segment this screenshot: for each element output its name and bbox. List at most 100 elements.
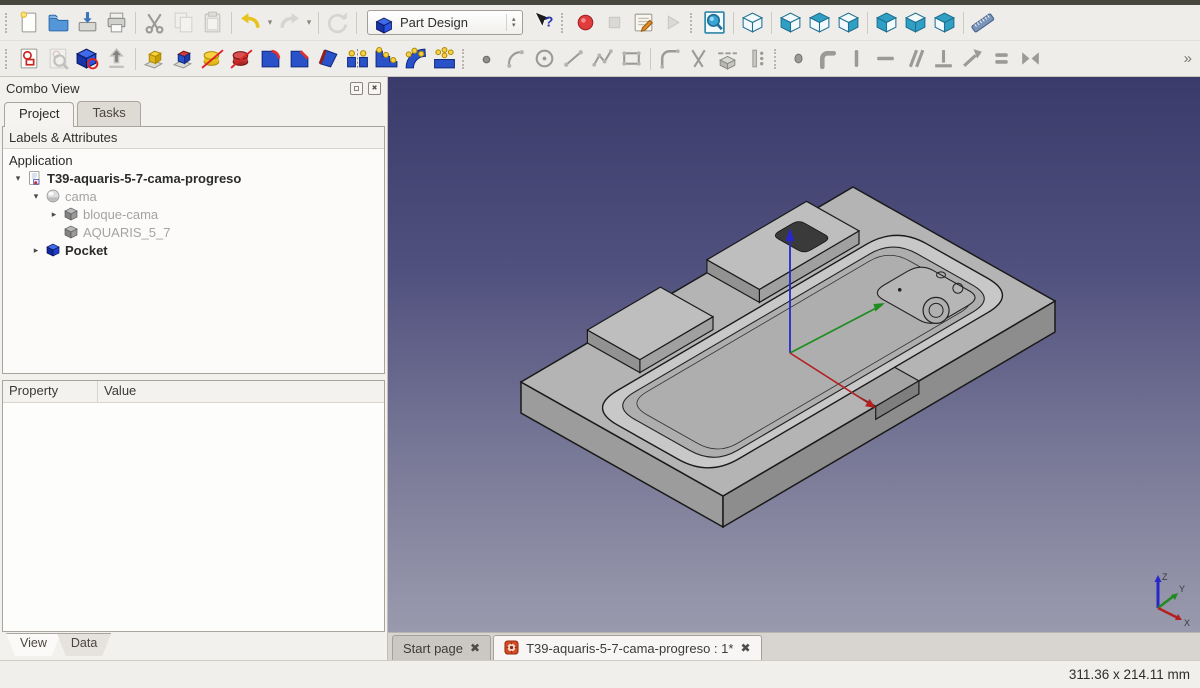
sketcher-fillet-icon[interactable] <box>655 44 684 73</box>
sketcher-construction-mode-icon[interactable] <box>742 44 771 73</box>
polar-pattern-icon[interactable] <box>401 44 430 73</box>
macro-edit-icon[interactable] <box>629 8 658 37</box>
pocket-icon[interactable] <box>169 44 198 73</box>
combo-view-panel: Combo View ✖ Project Tasks Labels & Attr… <box>0 77 388 660</box>
refresh-icon[interactable] <box>323 8 352 37</box>
draft-icon[interactable] <box>314 44 343 73</box>
tree-item-aquaris[interactable]: AQUARIS_5_7 <box>3 223 384 241</box>
constraint-tangent-icon[interactable] <box>958 44 987 73</box>
save-icon[interactable] <box>73 8 102 37</box>
constraint-point-on-object-icon[interactable] <box>813 44 842 73</box>
redo-dropdown-icon[interactable]: ▾ <box>304 17 314 28</box>
tab-data[interactable]: Data <box>57 633 111 656</box>
revolution-icon[interactable] <box>198 44 227 73</box>
expand-closed-icon[interactable]: ▸ <box>49 209 59 220</box>
map-sketch-icon[interactable] <box>73 44 102 73</box>
panel-close-icon[interactable]: ✖ <box>368 82 381 95</box>
3d-viewport[interactable]: Z Y X <box>388 77 1200 632</box>
cad-model[interactable] <box>388 79 1198 632</box>
sketcher-rectangle-icon[interactable] <box>617 44 646 73</box>
toolbar-overflow-chevron[interactable]: » <box>1184 50 1192 67</box>
new-file-icon[interactable] <box>15 8 44 37</box>
tab-start-page[interactable]: Start page ✖ <box>392 635 491 660</box>
pad-icon[interactable] <box>140 44 169 73</box>
toolbar-drag-handle[interactable] <box>774 49 781 69</box>
view-left-icon[interactable] <box>930 8 959 37</box>
linear-pattern-icon[interactable] <box>372 44 401 73</box>
fillet-icon[interactable] <box>256 44 285 73</box>
sketcher-circle-icon[interactable] <box>530 44 559 73</box>
expand-closed-icon[interactable]: ▸ <box>31 245 41 256</box>
fit-all-icon[interactable] <box>700 8 729 37</box>
constraint-horizontal-icon[interactable] <box>871 44 900 73</box>
open-file-icon[interactable] <box>44 8 73 37</box>
toolbar-drag-handle[interactable] <box>462 49 469 69</box>
macro-stop-icon[interactable] <box>600 8 629 37</box>
print-icon[interactable] <box>102 8 131 37</box>
undo-dropdown-icon[interactable]: ▾ <box>265 17 275 28</box>
tree-item-application[interactable]: Application <box>3 151 384 169</box>
panel-float-icon[interactable] <box>350 82 363 95</box>
constraint-perpendicular-icon[interactable] <box>929 44 958 73</box>
new-sketch-icon[interactable] <box>15 44 44 73</box>
tree-item-bloque-cama[interactable]: ▸ bloque-cama <box>3 205 384 223</box>
constraint-symmetric-icon[interactable] <box>1016 44 1045 73</box>
view-front-icon[interactable] <box>776 8 805 37</box>
sketcher-polyline-icon[interactable] <box>588 44 617 73</box>
combo-view-title: Combo View <box>6 81 345 96</box>
dimension-readout: 311.36 x 214.11 mm <box>1069 667 1190 682</box>
combo-spinner-icon[interactable]: ▴▾ <box>506 14 516 31</box>
close-tab-icon[interactable]: ✖ <box>470 641 480 655</box>
sketcher-arc-icon[interactable] <box>501 44 530 73</box>
mirrored-icon[interactable] <box>343 44 372 73</box>
toolbar-drag-handle[interactable] <box>690 13 697 33</box>
view-top-icon[interactable] <box>805 8 834 37</box>
redo-icon[interactable] <box>275 8 304 37</box>
view-axonometric-icon[interactable] <box>738 8 767 37</box>
undo-icon[interactable] <box>236 8 265 37</box>
sketcher-trim-icon[interactable] <box>684 44 713 73</box>
axis-y-label: Y <box>1179 584 1185 594</box>
macro-record-icon[interactable] <box>571 8 600 37</box>
property-editor: Property Value <box>2 380 385 632</box>
tree-item-cama[interactable]: ▾ cama <box>3 187 384 205</box>
measure-icon[interactable] <box>968 8 997 37</box>
close-tab-icon[interactable]: ✖ <box>740 641 750 655</box>
view-sketch-icon[interactable] <box>44 44 73 73</box>
toolbar-drag-handle[interactable] <box>5 49 12 69</box>
model-tree: Labels & Attributes Application ▾ T39-aq… <box>2 126 385 374</box>
tab-document-t39[interactable]: T39-aquaris-5-7-cama-progreso : 1* ✖ <box>493 635 761 660</box>
expand-open-icon[interactable]: ▾ <box>31 191 41 202</box>
constraint-coincident-icon[interactable] <box>784 44 813 73</box>
sketcher-point-icon[interactable] <box>472 44 501 73</box>
tab-tasks[interactable]: Tasks <box>77 101 140 126</box>
groove-icon[interactable] <box>227 44 256 73</box>
constraint-equal-icon[interactable] <box>987 44 1016 73</box>
chamfer-icon[interactable] <box>285 44 314 73</box>
tree-item-pocket[interactable]: ▸ Pocket <box>3 241 384 259</box>
sketcher-line-icon[interactable] <box>559 44 588 73</box>
copy-icon[interactable] <box>169 8 198 37</box>
whats-this-icon[interactable]: ? <box>529 8 558 37</box>
constraint-vertical-icon[interactable] <box>842 44 871 73</box>
paste-icon[interactable] <box>198 8 227 37</box>
sketcher-external-geometry-icon[interactable] <box>713 44 742 73</box>
toolbar-drag-handle[interactable] <box>561 13 568 33</box>
multitransform-icon[interactable] <box>430 44 459 73</box>
toolbar-drag-handle[interactable] <box>5 13 12 33</box>
tab-project[interactable]: Project <box>4 102 74 127</box>
constraint-parallel-icon[interactable] <box>900 44 929 73</box>
view-right-icon[interactable] <box>834 8 863 37</box>
tab-view[interactable]: View <box>6 633 61 656</box>
view-bottom-icon[interactable] <box>901 8 930 37</box>
property-view-tabs: View Data <box>0 632 387 660</box>
toolbar-separator <box>135 12 136 34</box>
workbench-selector[interactable]: Part Design▴▾ <box>367 10 523 35</box>
cut-icon[interactable] <box>140 8 169 37</box>
leave-sketch-icon[interactable] <box>102 44 131 73</box>
document-icon <box>27 170 43 186</box>
tree-item-document[interactable]: ▾ T39-aquaris-5-7-cama-progreso <box>3 169 384 187</box>
view-rear-icon[interactable] <box>872 8 901 37</box>
expand-open-icon[interactable]: ▾ <box>13 173 23 184</box>
macro-play-icon[interactable] <box>658 8 687 37</box>
